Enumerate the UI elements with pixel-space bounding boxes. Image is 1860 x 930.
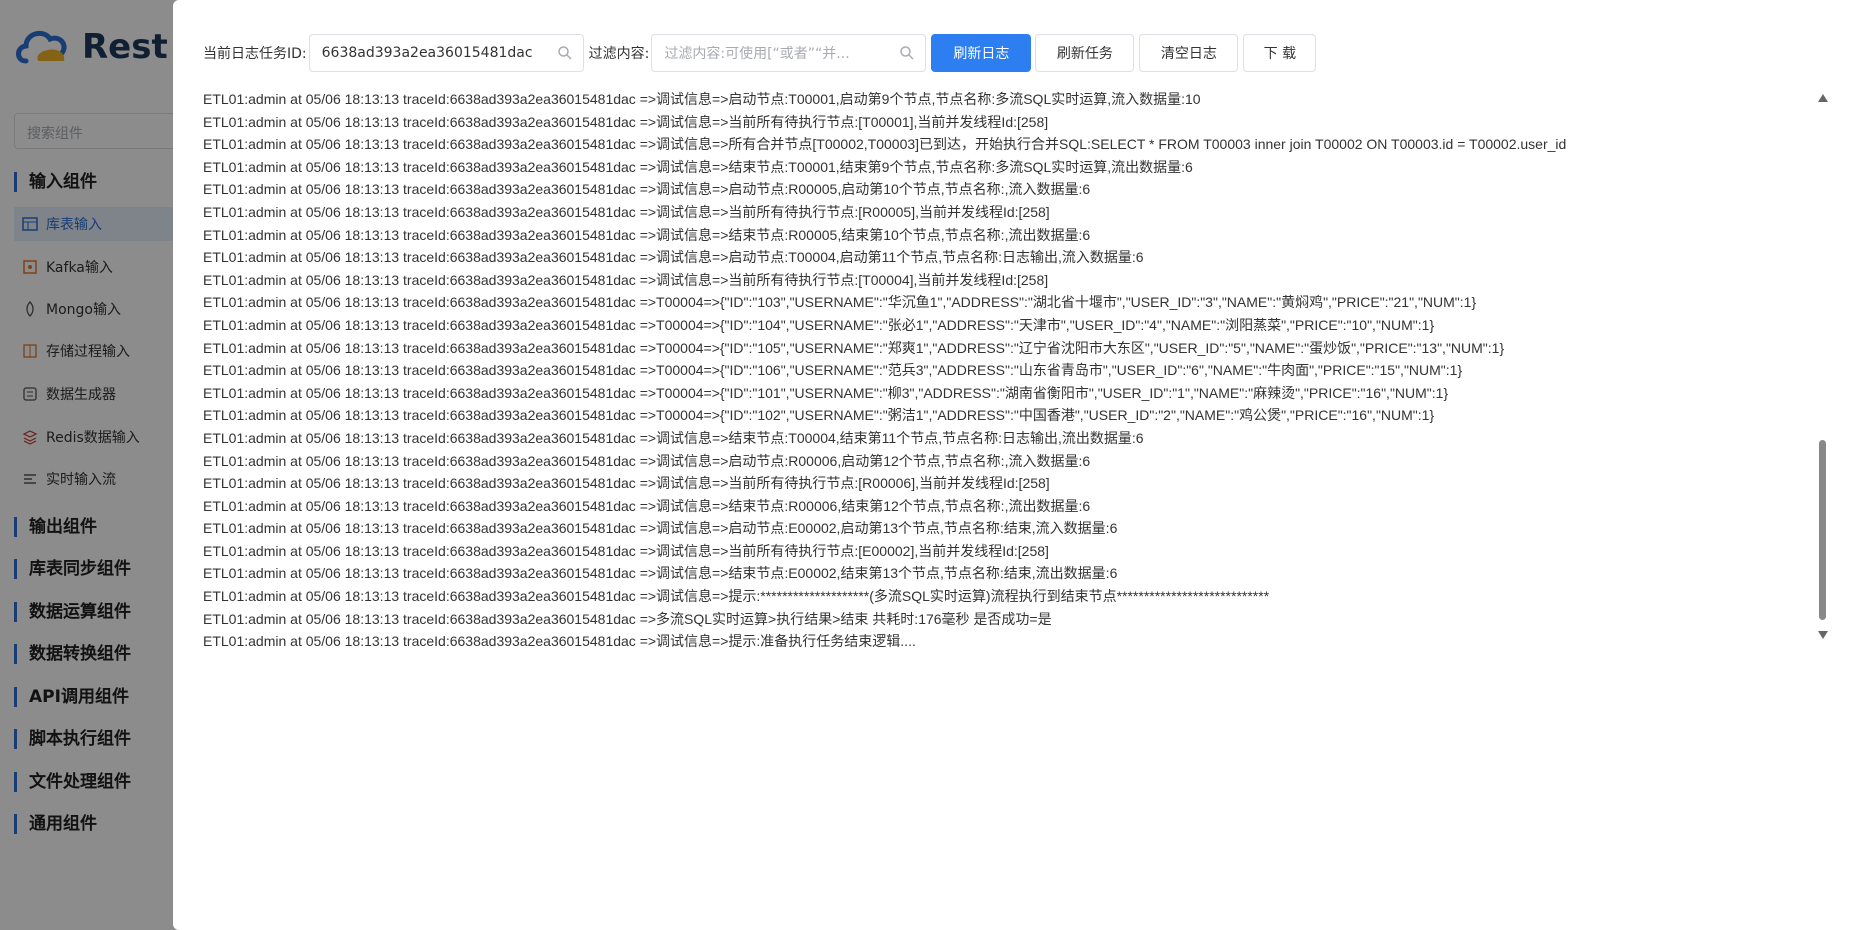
scroll-up-arrow-icon[interactable]: [1818, 94, 1828, 102]
log-line: ETL01:admin at 05/06 18:13:13 traceId:66…: [203, 452, 1091, 469]
log-line: ETL01:admin at 05/06 18:13:13 traceId:66…: [203, 610, 1052, 627]
scroll-thumb[interactable]: [1819, 440, 1826, 620]
log-line: ETL01:admin at 05/06 18:13:13 traceId:66…: [203, 316, 1435, 333]
log-line: ETL01:admin at 05/06 18:13:13 traceId:66…: [203, 249, 1144, 266]
log-line: ETL01:admin at 05/06 18:13:13 traceId:66…: [203, 158, 1193, 175]
download-button[interactable]: 下 载: [1243, 34, 1317, 72]
log-output: ETL01:admin at 05/06 18:13:13 traceId:66…: [203, 88, 1860, 648]
log-line: ETL01:admin at 05/06 18:13:13 traceId:66…: [203, 181, 1091, 198]
log-line: ETL01:admin at 05/06 18:13:13 traceId:66…: [203, 633, 916, 648]
log-drawer: 当前日志任务ID: 6638ad393a2ea36015481dac 过滤内容:…: [173, 0, 1860, 930]
search-icon[interactable]: [557, 45, 573, 61]
log-line: ETL01:admin at 05/06 18:13:13 traceId:66…: [203, 203, 1050, 220]
refresh-log-button[interactable]: 刷新日志: [931, 34, 1032, 72]
task-id-value: 6638ad393a2ea36015481dac: [321, 45, 533, 61]
log-line: ETL01:admin at 05/06 18:13:13 traceId:66…: [203, 362, 1463, 379]
log-line: ETL01:admin at 05/06 18:13:13 traceId:66…: [203, 271, 1049, 288]
clear-log-button[interactable]: 清空日志: [1139, 34, 1239, 72]
search-icon[interactable]: [899, 45, 915, 61]
log-line: ETL01:admin at 05/06 18:13:13 traceId:66…: [203, 91, 1201, 107]
log-toolbar: 当前日志任务ID: 6638ad393a2ea36015481dac 过滤内容:…: [203, 34, 1317, 72]
log-line: ETL01:admin at 05/06 18:13:13 traceId:66…: [203, 520, 1118, 537]
filter-input[interactable]: 过滤内容:可使用[“或者”“并...: [651, 34, 927, 72]
filter-placeholder: 过滤内容:可使用[“或者”“并...: [664, 46, 850, 62]
log-line: ETL01:admin at 05/06 18:13:13 traceId:66…: [203, 136, 1567, 153]
log-line: ETL01:admin at 05/06 18:13:13 traceId:66…: [203, 565, 1118, 582]
log-line: ETL01:admin at 05/06 18:13:13 traceId:66…: [203, 429, 1144, 446]
task-id-label: 当前日志任务ID:: [203, 46, 307, 62]
log-line: ETL01:admin at 05/06 18:13:13 traceId:66…: [203, 384, 1449, 401]
scroll-down-arrow-icon[interactable]: [1818, 631, 1828, 639]
task-id-input[interactable]: 6638ad393a2ea36015481dac: [308, 34, 584, 72]
log-line: ETL01:admin at 05/06 18:13:13 traceId:66…: [203, 542, 1049, 559]
log-line: ETL01:admin at 05/06 18:13:13 traceId:66…: [203, 588, 1270, 605]
log-line: ETL01:admin at 05/06 18:13:13 traceId:66…: [203, 226, 1091, 243]
filter-label: 过滤内容:: [588, 46, 650, 62]
log-line: ETL01:admin at 05/06 18:13:13 traceId:66…: [203, 475, 1050, 492]
log-line: ETL01:admin at 05/06 18:13:13 traceId:66…: [203, 497, 1091, 514]
log-scrollbar[interactable]: [1816, 88, 1830, 648]
log-line: ETL01:admin at 05/06 18:13:13 traceId:66…: [203, 339, 1505, 356]
log-line: ETL01:admin at 05/06 18:13:13 traceId:66…: [203, 294, 1477, 311]
refresh-task-button[interactable]: 刷新任务: [1035, 34, 1135, 72]
log-line: ETL01:admin at 05/06 18:13:13 traceId:66…: [203, 113, 1049, 130]
log-line: ETL01:admin at 05/06 18:13:13 traceId:66…: [203, 407, 1435, 424]
